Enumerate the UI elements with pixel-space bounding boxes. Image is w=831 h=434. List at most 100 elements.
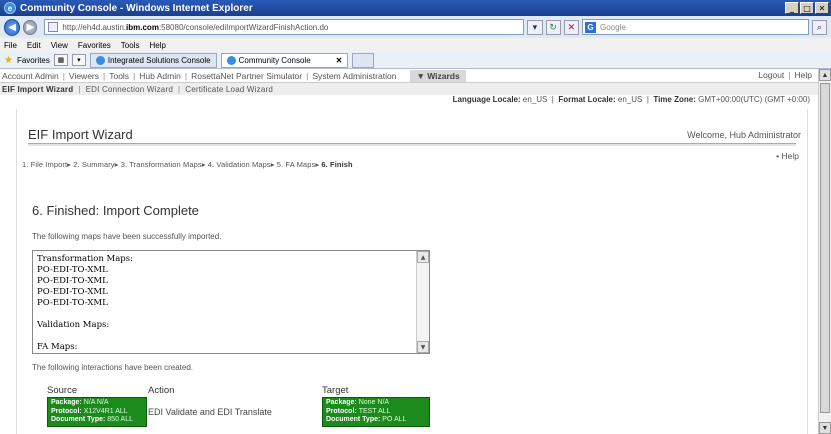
subnav-eif-import-wizard[interactable]: EIF Import Wizard [2,85,73,94]
tab-community-console[interactable]: Community Console ✕ [220,52,349,68]
close-window-button[interactable]: ✕ [815,2,829,14]
tab-label: Community Console [238,55,311,65]
maps-line [37,331,425,342]
target-doctype-label: Document Type: [326,416,381,423]
menu-edit[interactable]: Edit [27,41,41,50]
nav-wizards[interactable]: ▼ Wizards [410,69,466,82]
search-icon[interactable]: ⌕ [811,19,827,35]
window-titlebar: e Community Console - Windows Internet E… [0,0,831,16]
source-details-badge: Package: N/A N/A Protocol: X12V4R1 ALL D… [47,397,147,427]
dropdown-icon[interactable]: ▾ [527,19,543,35]
welcome-text: Welcome, Hub Administrator [687,130,801,140]
nav-account-admin[interactable]: Account Admin [2,71,59,81]
ie-logo-icon: e [4,2,16,14]
source-package-label: Package: [51,399,82,406]
source-protocol-value: X12V4R1 ALL [83,407,128,415]
maps-line [37,309,425,320]
maximize-button[interactable]: □ [800,2,814,14]
help-label: Help [781,151,799,161]
forward-button[interactable]: ▶ [23,19,38,35]
target-package-value: None N/A [358,399,390,406]
header-target: Target [322,385,349,396]
source-protocol-label: Protocol: [51,407,82,415]
interactions-intro-text: The following interactions have been cre… [32,363,193,372]
header-source: Source [47,385,78,396]
language-locale-value: en_US [522,95,548,104]
timezone-label: Time Zone: [653,95,696,104]
maps-line: PO-EDI-TO-XML [37,276,108,286]
page-scroll-down-icon[interactable]: ▼ [819,422,831,434]
maps-line: Transformation Maps: [37,254,133,264]
action-value: EDI Validate and EDI Translate [148,407,272,417]
favorites-star-icon[interactable]: ★ [4,55,13,66]
page-icon [48,22,59,32]
address-bar: ◀ ▶ http://eh4d.austin. ibm.com:58080/con… [0,16,831,38]
imported-maps-textarea[interactable]: Transformation Maps: PO-EDI-TO-XML PO-ED… [32,250,430,354]
source-package-value: N/A N/A [83,399,109,406]
tab-list-icon[interactable]: ▾ [71,54,86,66]
page-scroll-up-icon[interactable]: ▲ [819,69,831,81]
nav-system-administration[interactable]: System Administration [312,71,396,81]
nav-tools[interactable]: Tools [109,71,129,81]
stop-icon[interactable]: ✕ [563,19,579,35]
format-locale-label: Format Locale: [558,95,616,104]
menu-help[interactable]: Help [149,41,165,50]
header-action: Action [148,385,175,396]
maps-intro-text: The following maps have been successfull… [32,232,222,241]
back-button[interactable]: ◀ [4,18,21,36]
subnav-edi-connection-wizard[interactable]: EDI Connection Wizard [86,85,173,94]
nav-hub-admin[interactable]: Hub Admin [139,71,181,81]
google-icon: G [584,21,596,33]
search-input[interactable]: G Google [581,19,809,35]
ie-tab-icon [226,55,236,65]
page-scroll-thumb[interactable] [820,83,830,413]
menu-file[interactable]: File [4,41,17,50]
help-link[interactable]: • Help [776,151,799,161]
minimize-button[interactable]: _ [785,2,799,14]
section-title: 6. Finished: Import Complete [32,203,199,218]
scroll-down-icon[interactable]: ▼ [417,341,429,353]
step-fa-maps: 5. FA Maps [276,160,316,169]
maps-line: Validation Maps: [37,320,110,330]
menu-tools[interactable]: Tools [121,41,140,50]
menu-view[interactable]: View [51,41,68,50]
url-prefix: http://eh4d.austin. [62,22,127,32]
page-scrollbar[interactable]: ▲ ▼ [818,69,831,434]
locale-bar: Language Locale: en_US | Format Locale: … [452,95,810,104]
user-links: Logout | Help [758,70,812,80]
url-field[interactable]: http://eh4d.austin. ibm.com:58080/console… [44,19,525,35]
wizard-steps: 1. File Import▸ 2. Summary▸ 3. Transform… [22,160,353,169]
quick-tabs-icon[interactable]: ▦ [53,54,68,66]
ie-tab-icon [95,55,105,65]
window-controls: _ □ ✕ [785,2,829,14]
window-title: Community Console - Windows Internet Exp… [20,2,253,14]
maps-line: PO-EDI-TO-XML [37,287,108,297]
target-protocol-value: TEST ALL [358,407,391,415]
step-validation-maps: 4. Validation Maps [207,160,271,169]
logout-link[interactable]: Logout [758,70,784,80]
textarea-scrollbar[interactable]: ▲ ▼ [416,251,429,353]
nav-viewers[interactable]: Viewers [69,71,99,81]
step-file-import: 1. File Import [22,160,68,169]
target-details-badge: Package: None N/A Protocol: TEST ALL Doc… [322,397,430,427]
scroll-up-icon[interactable]: ▲ [417,251,429,263]
menu-favorites[interactable]: Favorites [78,41,111,50]
target-protocol-label: Protocol: [326,407,357,415]
maps-line: PO-EDI-TO-XML [37,265,108,275]
refresh-icon[interactable]: ↻ [545,19,561,35]
favorites-bar: ★ Favorites ▦ ▾ Integrated Solutions Con… [0,52,831,69]
menu-bar: File Edit View Favorites Tools Help [0,38,831,52]
maps-line: PO-EDI-TO-XML [37,298,108,308]
target-package-label: Package: [326,399,357,406]
source-doctype-label: Document Type: [51,416,106,423]
subnav-certificate-load-wizard[interactable]: Certificate Load Wizard [185,85,273,94]
close-tab-icon[interactable]: ✕ [336,56,343,65]
favorites-label[interactable]: Favorites [17,56,50,65]
nav-rosettanet-simulator[interactable]: RosettaNet Partner Simulator [191,71,302,81]
help-link-top[interactable]: Help [795,70,812,80]
url-suffix: :58080/console/ediImportWizardFinishActi… [158,22,329,32]
tab-label: Integrated Solutions Console [107,55,211,65]
target-doctype-value: PO ALL [382,416,407,423]
tab-integrated-solutions-console[interactable]: Integrated Solutions Console [89,52,217,68]
new-tab-button[interactable] [352,52,375,68]
